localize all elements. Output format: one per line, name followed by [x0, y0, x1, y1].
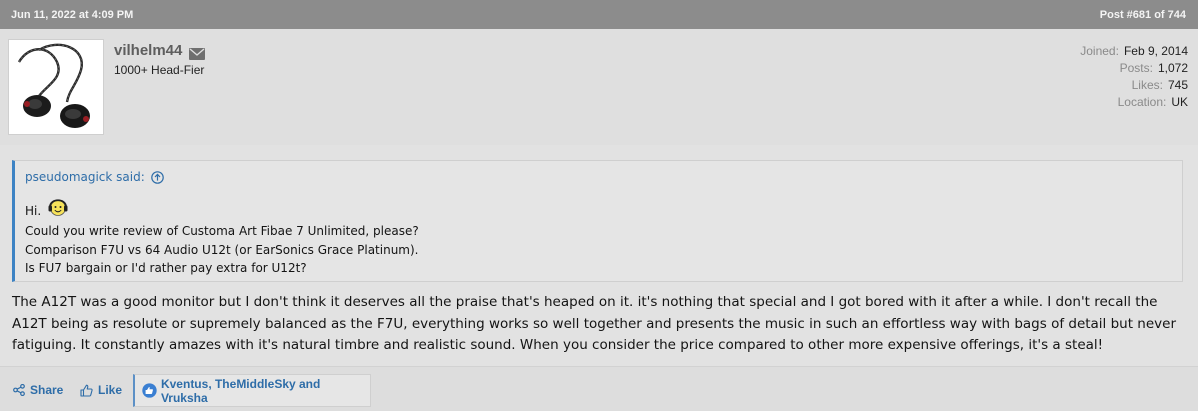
quote-line: Is FU7 bargain or I'd rather pay extra f…	[25, 261, 307, 275]
post-header-bar: Jun 11, 2022 at 4:09 PM Post #681 of 744	[0, 0, 1198, 29]
quote-line-text: Hi.	[25, 203, 42, 218]
post-actions-bar: Share Like Kventus, TheMiddleSky and Vru…	[0, 366, 1198, 411]
reactions-users[interactable]: Kventus, TheMiddleSky and Vruksha	[161, 377, 370, 405]
headphones-smiley-icon	[47, 196, 69, 218]
post-body-text: The A12T was a good monitor but I don't …	[12, 294, 1177, 353]
quote-line: Could you write review of Customa Art Fi…	[25, 224, 419, 238]
user-title: 1000+ Head-Fier	[114, 63, 205, 77]
username-link[interactable]: vilhelm44	[114, 42, 182, 59]
like-button[interactable]: Like	[80, 383, 122, 397]
stat-location: Location: UK	[1080, 94, 1188, 111]
quote-line: Hi.	[25, 199, 419, 222]
share-label: Share	[30, 383, 64, 397]
author-name-line: vilhelm44	[114, 42, 206, 60]
arrow-up-circle-icon[interactable]	[150, 170, 164, 184]
reactions-summary[interactable]: Kventus, TheMiddleSky and Vruksha	[133, 374, 371, 407]
stat-label: Likes:	[1131, 78, 1163, 92]
stat-value: Feb 9, 2014	[1123, 44, 1188, 58]
quote-body: Hi. Could you write review of Customa Ar…	[25, 199, 419, 278]
envelope-icon[interactable]	[189, 45, 206, 60]
post-number[interactable]: Post #681 of 744	[1100, 9, 1186, 21]
quote-line: Comparison F7U vs 64 Audio U12t (or EarS…	[25, 242, 419, 257]
stat-value: 745	[1167, 78, 1188, 92]
post-timestamp[interactable]: Jun 11, 2022 at 4:09 PM	[11, 9, 133, 21]
stat-label: Posts:	[1119, 61, 1153, 75]
avatar[interactable]	[8, 39, 104, 135]
thumbs-up-icon	[80, 384, 93, 397]
stat-joined: Joined: Feb 9, 2014	[1080, 43, 1188, 60]
stat-label: Joined:	[1080, 44, 1119, 58]
share-button[interactable]: Share	[13, 383, 63, 397]
share-icon	[13, 384, 25, 396]
stat-label: Location:	[1117, 95, 1167, 109]
quote-author[interactable]: pseudomagick said:	[25, 170, 145, 184]
like-reaction-icon	[142, 383, 157, 398]
stat-value: UK	[1171, 95, 1188, 109]
quote-attribution[interactable]: pseudomagick said:	[25, 170, 164, 184]
stat-posts: Posts: 1,072	[1080, 60, 1188, 77]
author-stats: Joined: Feb 9, 2014 Posts: 1,072 Likes: …	[1080, 43, 1188, 111]
like-label: Like	[98, 383, 123, 397]
author-row: vilhelm44 1000+ Head-Fier Joined: Feb 9,…	[0, 29, 1198, 145]
message-area: pseudomagick said: Hi. Could you write r…	[0, 145, 1198, 366]
quote-block: pseudomagick said: Hi. Could you write r…	[12, 160, 1183, 282]
stat-likes: Likes: 745	[1080, 77, 1188, 94]
stat-value[interactable]: 1,072	[1158, 60, 1188, 77]
